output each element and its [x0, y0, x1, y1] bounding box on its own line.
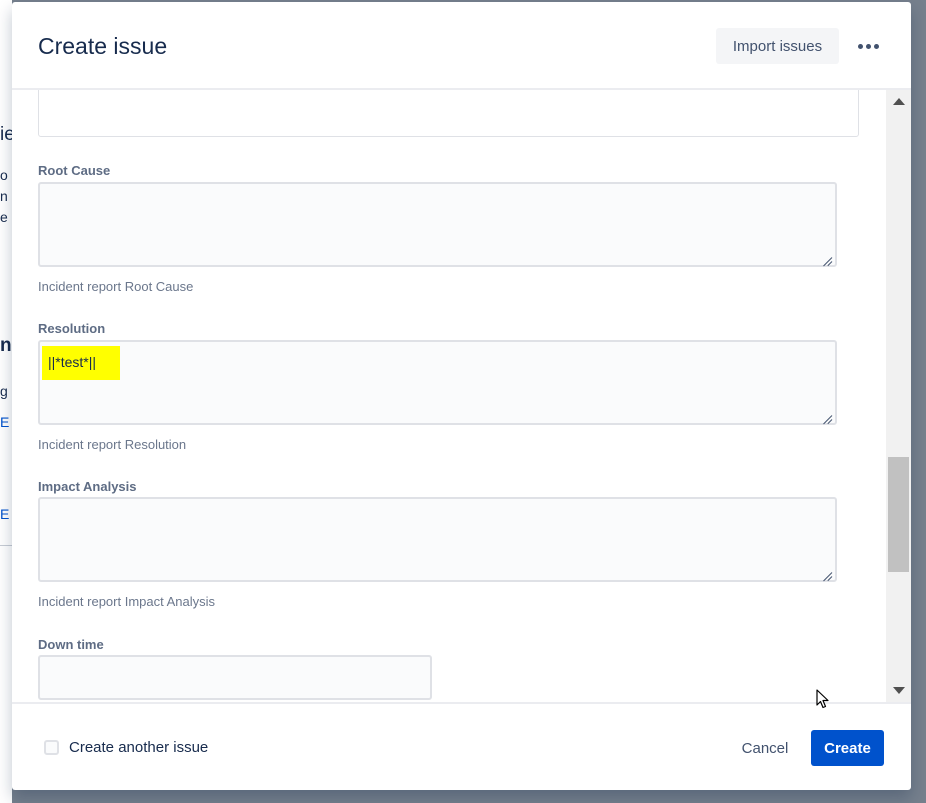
- resize-handle-icon[interactable]: [822, 410, 832, 420]
- background-text: o: [0, 167, 8, 183]
- form-scrollbar[interactable]: [886, 90, 911, 702]
- scroll-up-arrow-icon[interactable]: [893, 98, 905, 105]
- background-divider: [0, 545, 12, 546]
- root-cause-label: Root Cause: [38, 163, 111, 178]
- create-issue-dialog: Create issue Import issues Root Cause In…: [12, 2, 911, 790]
- background-link: E: [0, 414, 10, 430]
- resolution-textarea[interactable]: ||*test*||: [38, 340, 837, 425]
- mouse-pointer-icon: [816, 689, 829, 709]
- root-cause-textarea[interactable]: [38, 182, 837, 267]
- scroll-down-arrow-icon[interactable]: [893, 687, 905, 694]
- impact-analysis-helper: Incident report Impact Analysis: [38, 594, 216, 609]
- dialog-header: Create issue Import issues: [12, 2, 911, 90]
- background-text: n: [0, 335, 12, 356]
- import-issues-button[interactable]: Import issues: [716, 28, 839, 64]
- background-page: ie o n e n g E E: [0, 0, 15, 803]
- resize-handle-icon[interactable]: [822, 567, 832, 577]
- resolution-helper: Incident report Resolution: [38, 437, 187, 452]
- impact-analysis-label: Impact Analysis: [38, 479, 137, 494]
- scrollbar-thumb[interactable]: [888, 457, 909, 572]
- cancel-button[interactable]: Cancel: [728, 730, 802, 766]
- resize-handle-icon[interactable]: [822, 252, 832, 262]
- more-icon: [873, 43, 879, 49]
- background-text: g: [0, 383, 8, 399]
- dialog-form[interactable]: Root Cause Incident report Root Cause Re…: [12, 90, 911, 702]
- dialog-title: Create issue: [38, 33, 168, 59]
- background-text: e: [0, 209, 8, 225]
- more-icon: [865, 43, 871, 49]
- dialog-footer: Create another issue Cancel Create: [12, 702, 911, 790]
- background-link: E: [0, 506, 10, 522]
- more-icon: [857, 43, 863, 49]
- create-button[interactable]: Create: [811, 730, 884, 766]
- down-time-label: Down time: [38, 637, 104, 652]
- root-cause-helper: Incident report Root Cause: [38, 279, 194, 294]
- background-text: n: [0, 188, 8, 204]
- more-actions-button[interactable]: [850, 28, 886, 64]
- previous-field-input[interactable]: [38, 90, 859, 137]
- resolution-text: ||*test*||: [42, 346, 121, 380]
- impact-analysis-textarea[interactable]: [38, 497, 837, 582]
- create-another-checkbox[interactable]: [44, 740, 59, 755]
- create-another-label[interactable]: Create another issue: [69, 739, 208, 756]
- down-time-input[interactable]: [38, 655, 432, 700]
- resolution-label: Resolution: [38, 321, 106, 336]
